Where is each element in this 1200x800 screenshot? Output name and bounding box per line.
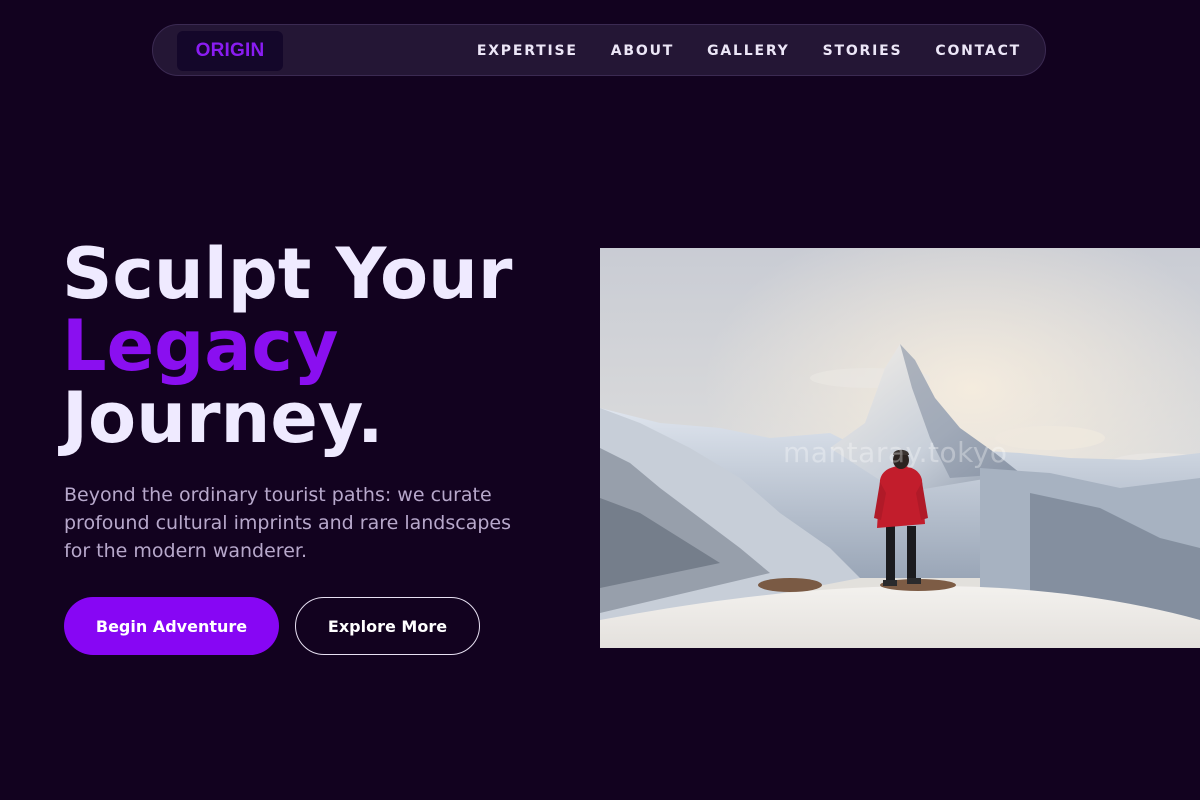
hero-image: mantaray.tokyo (600, 248, 1200, 648)
headline-accent-word: Legacy (62, 305, 339, 387)
top-navigation: ORIGIN EXPERTISE ABOUT GALLERY STORIES C… (152, 24, 1046, 76)
hero-subtext: Beyond the ordinary tourist paths: we cu… (64, 484, 512, 562)
nav-link-expertise[interactable]: EXPERTISE (477, 43, 578, 59)
image-watermark: mantaray.tokyo (783, 436, 1008, 469)
explore-more-button[interactable]: Explore More (295, 597, 480, 655)
landing-page: ORIGIN EXPERTISE ABOUT GALLERY STORIES C… (0, 0, 1200, 800)
hero-headline: Sculpt Your Legacy Journey. (62, 238, 512, 454)
headline-line-3: Journey. (62, 377, 384, 459)
brand-logo[interactable]: ORIGIN (177, 31, 283, 71)
nav-links: EXPERTISE ABOUT GALLERY STORIES CONTACT (477, 25, 1021, 77)
headline-line-1: Sculpt Your (62, 233, 513, 315)
nav-link-stories[interactable]: STORIES (823, 43, 903, 59)
begin-adventure-button[interactable]: Begin Adventure (64, 597, 279, 655)
nav-link-gallery[interactable]: GALLERY (707, 43, 789, 59)
nav-link-about[interactable]: ABOUT (611, 43, 674, 59)
nav-link-contact[interactable]: CONTACT (935, 43, 1021, 59)
